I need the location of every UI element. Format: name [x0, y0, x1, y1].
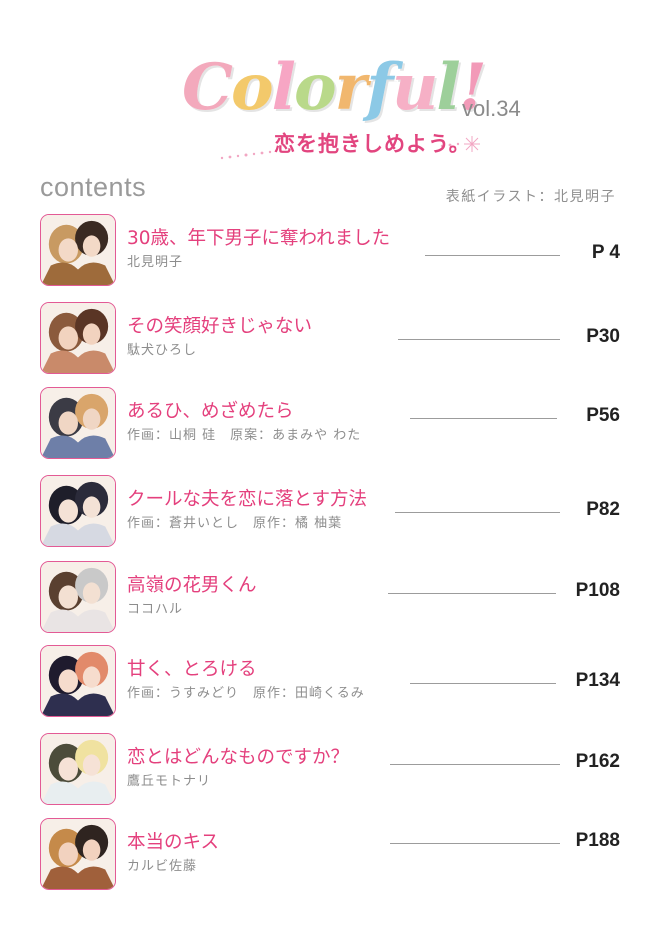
story-thumbnail[interactable] — [40, 733, 116, 805]
magazine-logo: Colorful! vol.34 恋を抱きしめよう。 — [181, 50, 532, 172]
logo-letter: l — [270, 50, 297, 125]
contents-heading: contents — [40, 172, 147, 202]
dotted-leader-line — [388, 593, 556, 594]
tagline: 恋を抱きしめよう。 — [274, 132, 471, 156]
logo-letter: l — [435, 50, 462, 125]
story-title[interactable]: クールな夫を恋に落とす方法 — [127, 485, 367, 511]
logo-letter: o — [229, 50, 275, 125]
story-title[interactable]: 30歳、年下男子に奪われました — [127, 224, 390, 250]
dotted-leader-line — [410, 418, 557, 419]
logo-letter: f — [365, 50, 395, 125]
dotted-leader-line — [395, 512, 560, 513]
story-author: 鷹丘モトナリ — [127, 774, 212, 789]
page-number[interactable]: P108 — [576, 580, 620, 602]
story-thumbnail[interactable] — [40, 645, 116, 717]
page-number[interactable]: P56 — [586, 405, 620, 427]
story-title[interactable]: 甘く、とろける — [127, 655, 257, 681]
page-number[interactable]: P82 — [586, 499, 620, 521]
story-author: 駄犬ひろし — [127, 343, 198, 358]
dotted-leader-line — [425, 255, 560, 256]
logo-letter: r — [333, 50, 370, 125]
story-author: 作画：うすみどり 原作：田崎くるみ — [127, 686, 365, 701]
page-number[interactable]: P188 — [576, 830, 620, 852]
page-number[interactable]: P 4 — [592, 242, 620, 264]
volume-number: vol.34 — [462, 96, 521, 121]
story-thumbnail[interactable] — [40, 214, 116, 286]
story-thumbnail[interactable] — [40, 475, 116, 547]
cover-illustration-credit: 表紙イラスト：北見明子 — [445, 189, 616, 205]
dotted-leader-line — [410, 683, 556, 684]
page-number[interactable]: P134 — [576, 670, 620, 692]
page-number[interactable]: P30 — [586, 326, 620, 348]
dotted-leader-line — [398, 339, 560, 340]
logo-letter: u — [390, 50, 439, 125]
story-thumbnail[interactable] — [40, 302, 116, 374]
logo-letter: C — [181, 50, 235, 125]
story-author: 北見明子 — [127, 255, 184, 270]
logo-wordmark: Colorful! — [181, 50, 489, 125]
story-author: カルビ佐藤 — [127, 859, 198, 874]
story-author: 作画：山桐 硅 原案：あまみや わた — [127, 428, 362, 443]
dotted-leader-line — [390, 764, 560, 765]
story-title[interactable]: 本当のキス — [127, 828, 219, 854]
story-thumbnail[interactable] — [40, 387, 116, 459]
story-title[interactable]: 高嶺の花男くん — [127, 571, 257, 597]
story-author: ココハル — [127, 602, 184, 617]
story-title[interactable]: その笑顔好きじゃない — [127, 312, 312, 338]
page-number[interactable]: P162 — [576, 751, 620, 773]
story-thumbnail[interactable] — [40, 818, 116, 890]
story-title[interactable]: 恋とはどんなものですか？ — [127, 743, 349, 769]
dotted-leader-line — [390, 843, 560, 844]
story-author: 作画：蒼井いとし 原作：橘 柚葉 — [127, 516, 343, 531]
logo-letter: o — [292, 50, 338, 125]
story-title[interactable]: あるひ、めざめたら — [127, 397, 294, 423]
story-thumbnail[interactable] — [40, 561, 116, 633]
